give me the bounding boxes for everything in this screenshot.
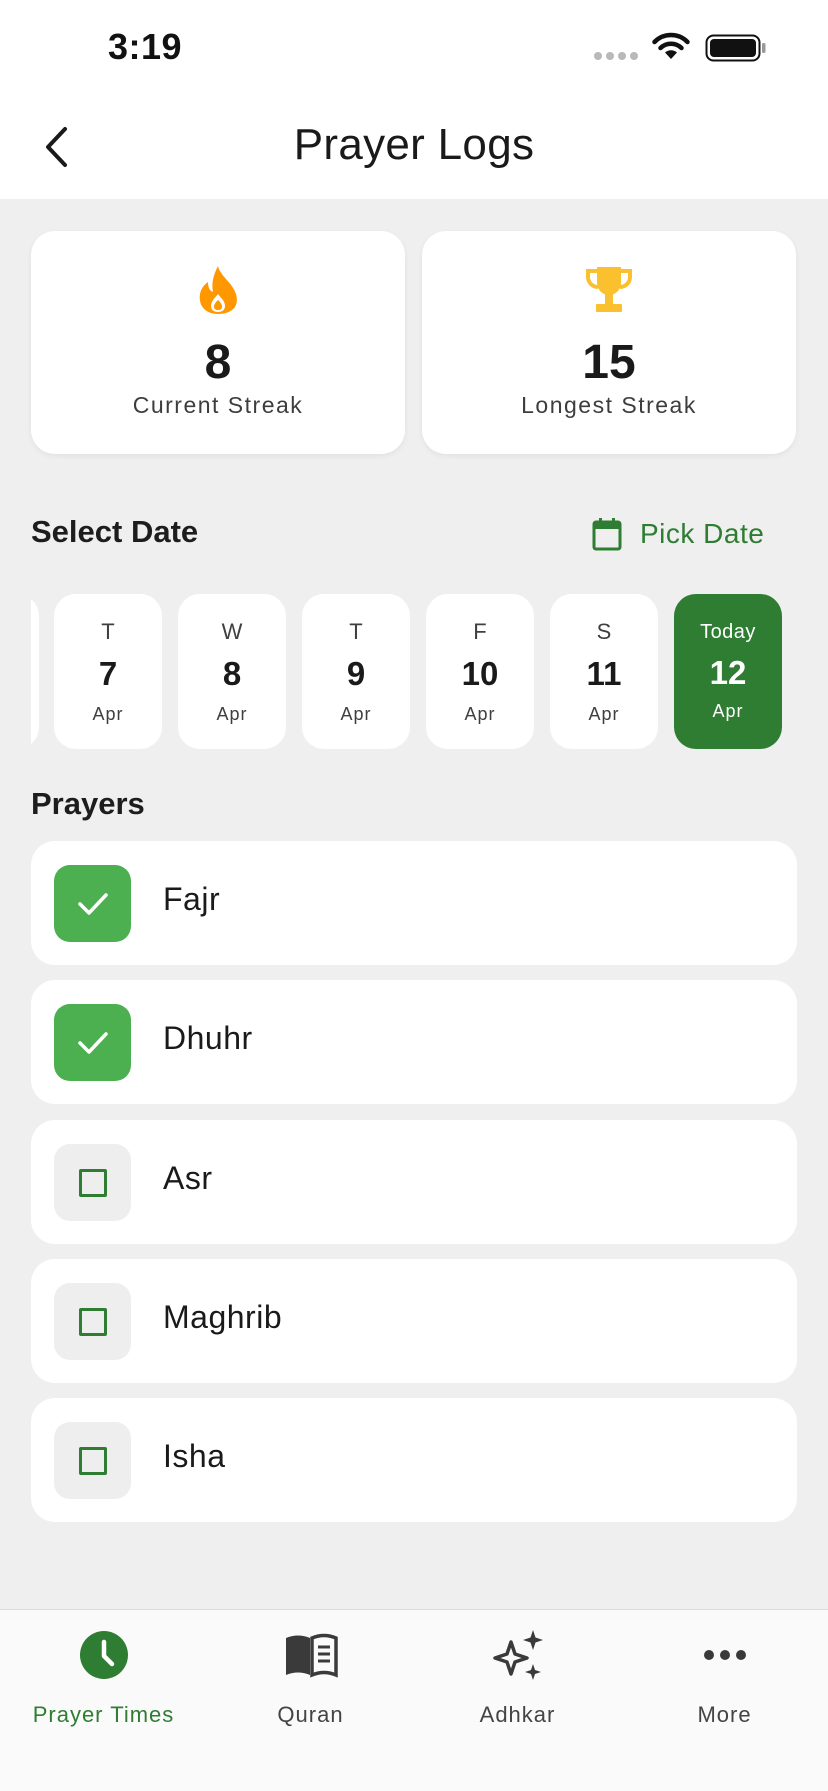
prayer-checkbox[interactable] (54, 1004, 131, 1081)
date-day: 12 (709, 654, 747, 691)
date-weekday: Today (700, 621, 756, 643)
longest-streak-value: 15 (582, 336, 636, 389)
prayer-checkbox[interactable] (54, 865, 131, 942)
date-weekday: S (596, 619, 612, 644)
trophy-icon (422, 264, 796, 316)
pick-date-button[interactable]: Pick Date (592, 510, 764, 558)
prayer-name: Maghrib (163, 1299, 283, 1335)
clock-icon (0, 1624, 207, 1686)
bottom-nav: Prayer Times Quran Adhkar More (0, 1609, 828, 1791)
checkbox-empty-icon (78, 1446, 107, 1475)
book-icon (207, 1624, 414, 1686)
date-cell[interactable]: W 8 Apr (178, 594, 286, 749)
date-month: Apr (340, 704, 372, 724)
longest-streak-label: Longest Streak (521, 392, 697, 418)
signal-icon (594, 52, 638, 60)
date-month: Apr (216, 704, 248, 724)
current-streak-card: 8 Current Streak (31, 231, 405, 454)
sparkles-icon (414, 1624, 621, 1686)
prayer-row-asr[interactable]: Asr (31, 1120, 797, 1244)
checkbox-empty-icon (78, 1168, 107, 1197)
check-icon (77, 892, 108, 915)
nav-prayer-times[interactable]: Prayer Times (0, 1610, 207, 1791)
date-cell-previous[interactable] (31, 594, 39, 749)
date-month: Apr (464, 704, 496, 724)
more-icon (621, 1624, 828, 1686)
pick-date-label: Pick Date (640, 518, 765, 549)
nav-label: More (697, 1702, 752, 1727)
prayer-name: Dhuhr (163, 1020, 253, 1056)
date-month: Apr (712, 701, 744, 721)
prayer-row-maghrib[interactable]: Maghrib (31, 1259, 797, 1383)
date-cell[interactable]: F 10 Apr (426, 594, 534, 749)
date-day: 11 (586, 655, 622, 692)
nav-label: Prayer Times (32, 1702, 175, 1727)
date-cell-today[interactable]: Today 12 Apr (674, 594, 782, 749)
prayer-row-fajr[interactable]: Fajr (31, 841, 797, 965)
date-cell[interactable]: T 9 Apr (302, 594, 410, 749)
calendar-icon (592, 518, 622, 551)
date-weekday: W (221, 619, 243, 644)
check-icon (77, 1031, 108, 1054)
page-title: Prayer Logs (293, 120, 535, 169)
prayer-checkbox[interactable] (54, 1422, 131, 1499)
nav-more[interactable]: More (621, 1610, 828, 1791)
prayer-row-isha[interactable]: Isha (31, 1398, 797, 1522)
checkbox-empty-icon (78, 1307, 107, 1336)
longest-streak-card: 15 Longest Streak (422, 231, 796, 454)
nav-quran[interactable]: Quran (207, 1610, 414, 1791)
date-strip[interactable]: T 7 Apr W 8 Apr T 9 Apr F 10 Apr S 11 Ap… (31, 594, 797, 749)
date-day: 9 (346, 655, 366, 692)
nav-label: Quran (277, 1702, 344, 1727)
status-bar: 3:19 (0, 0, 828, 96)
status-time: 3:19 (108, 26, 183, 67)
app-header: Prayer Logs (0, 96, 828, 199)
date-weekday: T (349, 619, 363, 644)
battery-icon (705, 34, 766, 62)
date-weekday: T (101, 619, 115, 644)
date-month: Apr (92, 704, 124, 724)
current-streak-value: 8 (204, 336, 232, 389)
select-date-title: Select Date (31, 514, 199, 549)
flame-icon (31, 264, 405, 316)
prayers-title: Prayers (31, 786, 145, 821)
prayer-checkbox[interactable] (54, 1144, 131, 1221)
date-day: 10 (461, 655, 499, 692)
date-day: 8 (222, 655, 242, 692)
prayer-row-dhuhr[interactable]: Dhuhr (31, 980, 797, 1104)
nav-adhkar[interactable]: Adhkar (414, 1610, 621, 1791)
prayer-checkbox[interactable] (54, 1283, 131, 1360)
nav-label: Adhkar (479, 1702, 556, 1727)
date-day: 7 (98, 655, 118, 692)
wifi-icon (652, 32, 690, 59)
date-cell[interactable]: S 11 Apr (550, 594, 658, 749)
prayer-name: Asr (163, 1160, 213, 1196)
prayer-name: Fajr (163, 881, 221, 917)
prayer-name: Isha (163, 1438, 226, 1474)
date-cell[interactable]: T 7 Apr (54, 594, 162, 749)
current-streak-label: Current Streak (132, 392, 304, 418)
date-month: Apr (588, 704, 620, 724)
date-weekday: F (473, 619, 487, 644)
